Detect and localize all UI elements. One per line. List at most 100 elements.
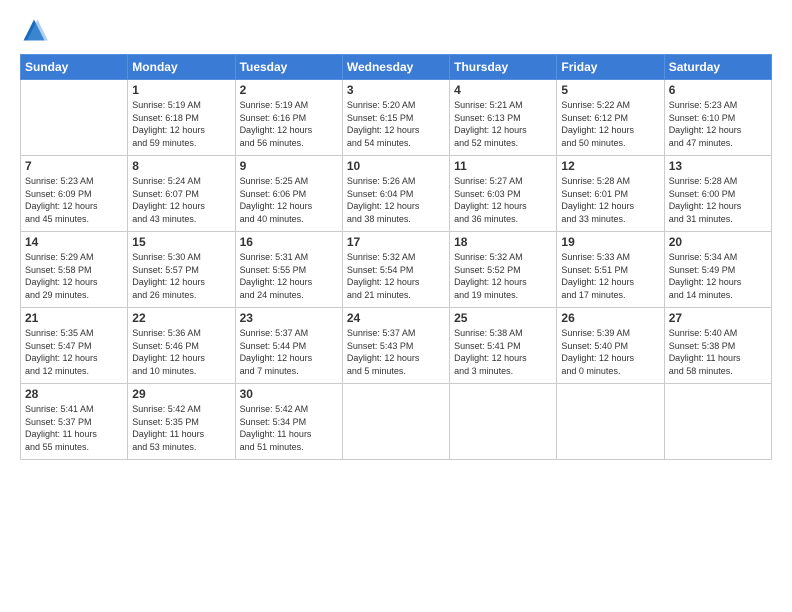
calendar-cell: 5Sunrise: 5:22 AM Sunset: 6:12 PM Daylig… [557,80,664,156]
calendar-cell: 22 Sunrise: 5:36 AM Sunset: 5:46 PM Dayli… [128,308,235,384]
day-number: 24 [347,311,445,325]
calendar-cell: 8 Sunrise: 5:24 AM Sunset: 6:07 PM Daylig… [128,156,235,232]
cell-content: Sunrise: 5:28 AM Sunset: 6:00 PM Dayligh… [669,175,767,225]
day-number: 7 [25,159,123,173]
cell-content: Sunrise: 5:33 AM Sunset: 5:51 PM Dayligh… [561,251,659,301]
cell-content: Sunrise: 5:32 AM Sunset: 5:54 PM Dayligh… [347,251,445,301]
cell-content: Sunrise: 5:27 AM Sunset: 6:03 PM Dayligh… [454,175,552,225]
calendar-cell: 29 Sunrise: 5:42 AM Sunset: 5:35 PM Dayli… [128,384,235,460]
day-number: 16 [240,235,338,249]
cell-content: Sunrise: 5:35 AM Sunset: 5:47 PM Dayligh… [25,327,123,377]
calendar-week-row: 1Sunrise: 5:19 AM Sunset: 6:18 PM Daylig… [21,80,772,156]
page: SundayMondayTuesdayWednesdayThursdayFrid… [0,0,792,612]
day-number: 15 [132,235,230,249]
calendar-cell: 26 Sunrise: 5:39 AM Sunset: 5:40 PM Dayli… [557,308,664,384]
cell-content: Sunrise: 5:42 AM Sunset: 5:34 PM Dayligh… [240,403,338,453]
day-number: 26 [561,311,659,325]
cell-content: Sunrise: 5:39 AM Sunset: 5:40 PM Dayligh… [561,327,659,377]
calendar-cell: 6 Sunrise: 5:23 AM Sunset: 6:10 PM Daylig… [664,80,771,156]
day-number: 19 [561,235,659,249]
cell-content: Sunrise: 5:42 AM Sunset: 5:35 PM Dayligh… [132,403,230,453]
day-number: 18 [454,235,552,249]
cell-content: Sunrise: 5:21 AM Sunset: 6:13 PM Dayligh… [454,99,552,149]
cell-content: Sunrise: 5:41 AM Sunset: 5:37 PM Dayligh… [25,403,123,453]
day-number: 6 [669,83,767,97]
calendar-cell: 9Sunrise: 5:25 AM Sunset: 6:06 PM Daylig… [235,156,342,232]
calendar-cell: 15 Sunrise: 5:30 AM Sunset: 5:57 PM Dayli… [128,232,235,308]
weekday-header: Tuesday [235,55,342,80]
calendar-cell [664,384,771,460]
day-number: 9 [240,159,338,173]
calendar-cell: 4 Sunrise: 5:21 AM Sunset: 6:13 PM Daylig… [450,80,557,156]
cell-content: Sunrise: 5:26 AM Sunset: 6:04 PM Dayligh… [347,175,445,225]
cell-content: Sunrise: 5:24 AM Sunset: 6:07 PM Dayligh… [132,175,230,225]
weekday-header: Thursday [450,55,557,80]
calendar-cell: 24 Sunrise: 5:37 AM Sunset: 5:43 PM Dayli… [342,308,449,384]
cell-content: Sunrise: 5:19 AM Sunset: 6:16 PM Dayligh… [240,99,338,149]
calendar-cell: 11Sunrise: 5:27 AM Sunset: 6:03 PM Dayli… [450,156,557,232]
day-number: 2 [240,83,338,97]
calendar-cell: 19 Sunrise: 5:33 AM Sunset: 5:51 PM Dayli… [557,232,664,308]
day-number: 25 [454,311,552,325]
calendar-cell [21,80,128,156]
cell-content: Sunrise: 5:30 AM Sunset: 5:57 PM Dayligh… [132,251,230,301]
calendar-week-row: 28 Sunrise: 5:41 AM Sunset: 5:37 PM Dayli… [21,384,772,460]
cell-content: Sunrise: 5:23 AM Sunset: 6:10 PM Dayligh… [669,99,767,149]
day-number: 4 [454,83,552,97]
day-number: 13 [669,159,767,173]
calendar-cell: 30 Sunrise: 5:42 AM Sunset: 5:34 PM Dayli… [235,384,342,460]
day-number: 23 [240,311,338,325]
cell-content: Sunrise: 5:32 AM Sunset: 5:52 PM Dayligh… [454,251,552,301]
calendar-cell: 1Sunrise: 5:19 AM Sunset: 6:18 PM Daylig… [128,80,235,156]
day-number: 22 [132,311,230,325]
cell-content: Sunrise: 5:40 AM Sunset: 5:38 PM Dayligh… [669,327,767,377]
calendar-week-row: 21 Sunrise: 5:35 AM Sunset: 5:47 PM Dayli… [21,308,772,384]
weekday-header: Saturday [664,55,771,80]
calendar-cell: 21 Sunrise: 5:35 AM Sunset: 5:47 PM Dayli… [21,308,128,384]
calendar-cell: 25 Sunrise: 5:38 AM Sunset: 5:41 PM Dayli… [450,308,557,384]
calendar-header-row: SundayMondayTuesdayWednesdayThursdayFrid… [21,55,772,80]
day-number: 29 [132,387,230,401]
calendar-cell: 28 Sunrise: 5:41 AM Sunset: 5:37 PM Dayli… [21,384,128,460]
cell-content: Sunrise: 5:37 AM Sunset: 5:43 PM Dayligh… [347,327,445,377]
logo [20,16,52,44]
day-number: 8 [132,159,230,173]
cell-content: Sunrise: 5:20 AM Sunset: 6:15 PM Dayligh… [347,99,445,149]
day-number: 10 [347,159,445,173]
cell-content: Sunrise: 5:34 AM Sunset: 5:49 PM Dayligh… [669,251,767,301]
cell-content: Sunrise: 5:31 AM Sunset: 5:55 PM Dayligh… [240,251,338,301]
logo-icon [20,16,48,44]
day-number: 20 [669,235,767,249]
calendar-cell [557,384,664,460]
calendar-cell: 10 Sunrise: 5:26 AM Sunset: 6:04 PM Dayli… [342,156,449,232]
day-number: 30 [240,387,338,401]
calendar-cell: 17Sunrise: 5:32 AM Sunset: 5:54 PM Dayli… [342,232,449,308]
day-number: 3 [347,83,445,97]
cell-content: Sunrise: 5:23 AM Sunset: 6:09 PM Dayligh… [25,175,123,225]
calendar-cell: 18 Sunrise: 5:32 AM Sunset: 5:52 PM Dayli… [450,232,557,308]
calendar-cell: 20 Sunrise: 5:34 AM Sunset: 5:49 PM Dayli… [664,232,771,308]
day-number: 28 [25,387,123,401]
calendar-cell [342,384,449,460]
cell-content: Sunrise: 5:29 AM Sunset: 5:58 PM Dayligh… [25,251,123,301]
day-number: 21 [25,311,123,325]
calendar-cell: 23 Sunrise: 5:37 AM Sunset: 5:44 PM Dayli… [235,308,342,384]
calendar-cell [450,384,557,460]
weekday-header: Monday [128,55,235,80]
cell-content: Sunrise: 5:37 AM Sunset: 5:44 PM Dayligh… [240,327,338,377]
cell-content: Sunrise: 5:38 AM Sunset: 5:41 PM Dayligh… [454,327,552,377]
weekday-header: Friday [557,55,664,80]
calendar-cell: 14Sunrise: 5:29 AM Sunset: 5:58 PM Dayli… [21,232,128,308]
weekday-header: Sunday [21,55,128,80]
calendar-cell: 16 Sunrise: 5:31 AM Sunset: 5:55 PM Dayli… [235,232,342,308]
calendar-cell: 27 Sunrise: 5:40 AM Sunset: 5:38 PM Dayli… [664,308,771,384]
cell-content: Sunrise: 5:36 AM Sunset: 5:46 PM Dayligh… [132,327,230,377]
header [20,16,772,44]
day-number: 27 [669,311,767,325]
cell-content: Sunrise: 5:19 AM Sunset: 6:18 PM Dayligh… [132,99,230,149]
cell-content: Sunrise: 5:28 AM Sunset: 6:01 PM Dayligh… [561,175,659,225]
calendar-cell: 12Sunrise: 5:28 AM Sunset: 6:01 PM Dayli… [557,156,664,232]
weekday-header: Wednesday [342,55,449,80]
calendar-week-row: 7 Sunrise: 5:23 AM Sunset: 6:09 PM Daylig… [21,156,772,232]
calendar-cell: 3 Sunrise: 5:20 AM Sunset: 6:15 PM Daylig… [342,80,449,156]
